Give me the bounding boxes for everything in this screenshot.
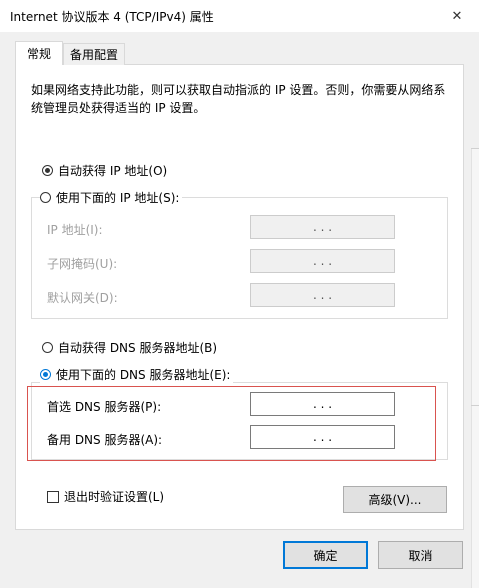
ip-address-label: IP 地址(I): <box>47 223 103 237</box>
tab-general-label: 常规 <box>26 47 51 61</box>
auto-dns-label: 自动获得 DNS 服务器地址(B) <box>58 341 218 355</box>
advanced-button-label: 高级(V)... <box>368 493 422 507</box>
tab-general[interactable]: 常规 <box>15 41 63 65</box>
default-gateway-label: 默认网关(D): <box>47 291 118 305</box>
checkbox-icon <box>47 490 59 503</box>
default-gateway-value: . . . <box>312 288 333 302</box>
tab-alternate-configuration[interactable]: 备用配置 <box>63 43 125 65</box>
ok-button-label: 确定 <box>313 548 338 563</box>
validate-on-exit-label: 退出时验证设置(L) <box>64 490 165 504</box>
radio-icon <box>40 369 51 380</box>
background-window-divider <box>471 148 479 149</box>
radio-icon <box>42 165 53 176</box>
advanced-button[interactable]: 高级(V)... <box>343 486 447 513</box>
manual-ip-label: 使用下面的 IP 地址(S): <box>56 191 180 205</box>
tab-alternate-label: 备用配置 <box>69 48 118 62</box>
close-icon: ✕ <box>451 8 463 24</box>
manual-dns-radio[interactable]: 使用下面的 DNS 服务器地址(E): <box>40 366 234 383</box>
alternate-dns-value: . . . <box>312 430 333 444</box>
auto-ip-label: 自动获得 IP 地址(O) <box>58 164 168 178</box>
alternate-dns-label: 备用 DNS 服务器(A): <box>47 433 163 447</box>
cancel-button-label: 取消 <box>408 548 433 563</box>
window-title: Internet 协议版本 4 (TCP/IPv4) 属性 <box>10 10 214 24</box>
subnet-mask-input[interactable]: . . . <box>250 249 395 273</box>
preferred-dns-value: . . . <box>312 397 333 411</box>
ok-button[interactable]: 确定 <box>283 541 368 569</box>
ip-address-input[interactable]: . . . <box>250 215 395 239</box>
background-window-edge <box>471 148 479 588</box>
preferred-dns-label: 首选 DNS 服务器(P): <box>47 400 162 414</box>
subnet-mask-value: . . . <box>312 254 333 268</box>
cancel-button[interactable]: 取消 <box>378 541 463 569</box>
subnet-mask-label: 子网掩码(U): <box>47 257 118 271</box>
manual-dns-label: 使用下面的 DNS 服务器地址(E): <box>56 368 231 382</box>
default-gateway-input[interactable]: . . . <box>250 283 395 307</box>
radio-icon <box>42 342 53 353</box>
radio-icon <box>40 192 51 203</box>
manual-ip-radio[interactable]: 使用下面的 IP 地址(S): <box>40 189 183 206</box>
validate-on-exit-checkbox[interactable]: 退出时验证设置(L) <box>47 488 164 505</box>
close-button[interactable]: ✕ <box>444 4 470 28</box>
alternate-dns-input[interactable]: . . . <box>250 425 395 449</box>
ip-address-value: . . . <box>312 220 333 234</box>
description-text: 如果网络支持此功能，则可以获取自动指派的 IP 设置。否则，你需要从网络系统管理… <box>31 83 446 115</box>
background-window-divider <box>471 405 479 406</box>
preferred-dns-input[interactable]: . . . <box>250 392 395 416</box>
auto-ip-radio[interactable]: 自动获得 IP 地址(O) <box>42 162 171 179</box>
auto-dns-radio[interactable]: 自动获得 DNS 服务器地址(B) <box>42 339 221 356</box>
